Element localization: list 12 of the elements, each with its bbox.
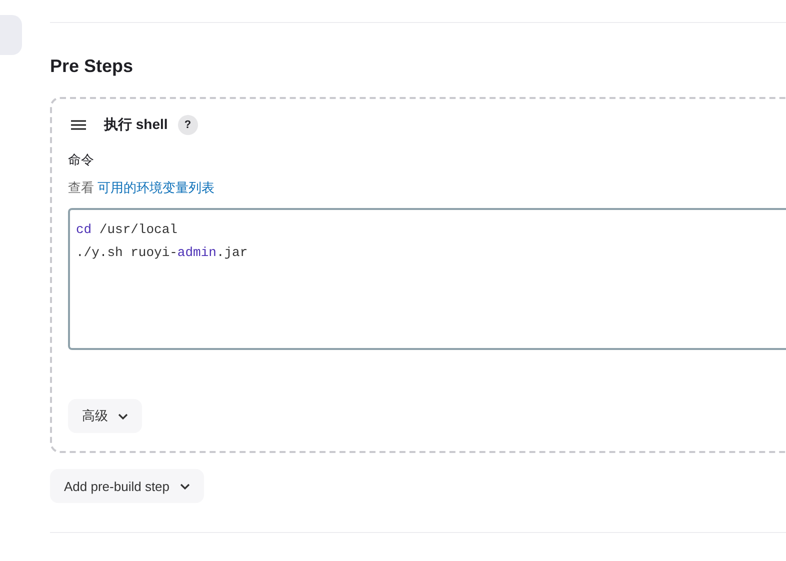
add-step-button[interactable]: Add pre-build step (50, 469, 204, 503)
hint-text: 查看 (68, 180, 94, 195)
chevron-down-icon (118, 412, 128, 420)
step-title: 执行 shell (104, 116, 168, 134)
field-label: 命令 (68, 151, 95, 169)
env-vars-link[interactable]: 可用的环境变量列表 (98, 180, 215, 195)
section-title: Pre Steps (50, 56, 134, 78)
help-icon[interactable]: ? (178, 115, 198, 135)
advanced-button[interactable]: 高级 (68, 399, 142, 433)
command-field[interactable]: cd /usr/local ./y.sh ruoyi-admin.jar (68, 208, 786, 350)
drag-handle-icon[interactable] (71, 120, 86, 130)
chevron-down-icon (180, 482, 190, 490)
